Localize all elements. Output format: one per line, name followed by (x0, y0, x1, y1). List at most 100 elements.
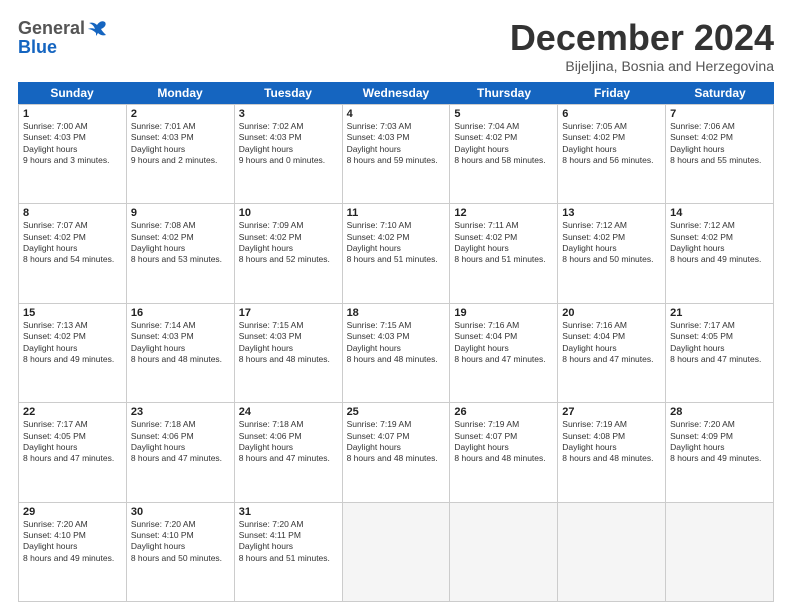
day-cell-5: 5 Sunrise: 7:04 AMSunset: 4:02 PMDayligh… (450, 105, 558, 203)
week-row-3: 15 Sunrise: 7:13 AMSunset: 4:02 PMDaylig… (18, 303, 774, 402)
day-cell-18: 18 Sunrise: 7:15 AMSunset: 4:03 PMDaylig… (343, 304, 451, 402)
day-cell-13: 13 Sunrise: 7:12 AMSunset: 4:02 PMDaylig… (558, 204, 666, 302)
day-number-19: 19 (454, 307, 553, 319)
day-number-13: 13 (562, 207, 661, 219)
day-info-21: Sunrise: 7:17 AMSunset: 4:05 PMDaylight … (670, 320, 761, 364)
day-number-3: 3 (239, 108, 338, 120)
day-info-13: Sunrise: 7:12 AMSunset: 4:02 PMDaylight … (562, 220, 653, 264)
day-info-31: Sunrise: 7:20 AMSunset: 4:11 PMDaylight … (239, 519, 330, 563)
day-number-14: 14 (670, 207, 769, 219)
logo-bird-icon (87, 20, 109, 38)
day-number-20: 20 (562, 307, 661, 319)
day-number-26: 26 (454, 406, 553, 418)
day-cell-9: 9 Sunrise: 7:08 AMSunset: 4:02 PMDayligh… (127, 204, 235, 302)
day-number-30: 30 (131, 506, 230, 518)
day-cell-12: 12 Sunrise: 7:11 AMSunset: 4:02 PMDaylig… (450, 204, 558, 302)
header: General Blue December 2024 Bijeljina, Bo… (18, 18, 774, 74)
day-info-14: Sunrise: 7:12 AMSunset: 4:02 PMDaylight … (670, 220, 761, 264)
day-info-24: Sunrise: 7:18 AMSunset: 4:06 PMDaylight … (239, 419, 330, 463)
day-cell-2: 2 Sunrise: 7:01 AMSunset: 4:03 PMDayligh… (127, 105, 235, 203)
day-cell-30: 30 Sunrise: 7:20 AMSunset: 4:10 PMDaylig… (127, 503, 235, 601)
day-info-1: Sunrise: 7:00 AMSunset: 4:03 PMDaylight … (23, 121, 109, 165)
week-row-2: 8 Sunrise: 7:07 AMSunset: 4:02 PMDayligh… (18, 203, 774, 302)
day-cell-19: 19 Sunrise: 7:16 AMSunset: 4:04 PMDaylig… (450, 304, 558, 402)
calendar-header: Sunday Monday Tuesday Wednesday Thursday… (18, 82, 774, 104)
day-cell-31: 31 Sunrise: 7:20 AMSunset: 4:11 PMDaylig… (235, 503, 343, 601)
day-number-17: 17 (239, 307, 338, 319)
day-info-3: Sunrise: 7:02 AMSunset: 4:03 PMDaylight … (239, 121, 325, 165)
day-info-10: Sunrise: 7:09 AMSunset: 4:02 PMDaylight … (239, 220, 330, 264)
day-cell-17: 17 Sunrise: 7:15 AMSunset: 4:03 PMDaylig… (235, 304, 343, 402)
day-info-12: Sunrise: 7:11 AMSunset: 4:02 PMDaylight … (454, 220, 545, 264)
header-saturday: Saturday (666, 82, 774, 104)
day-number-18: 18 (347, 307, 446, 319)
day-info-27: Sunrise: 7:19 AMSunset: 4:08 PMDaylight … (562, 419, 653, 463)
week-row-4: 22 Sunrise: 7:17 AMSunset: 4:05 PMDaylig… (18, 402, 774, 501)
day-number-24: 24 (239, 406, 338, 418)
day-number-15: 15 (23, 307, 122, 319)
day-info-28: Sunrise: 7:20 AMSunset: 4:09 PMDaylight … (670, 419, 761, 463)
day-number-5: 5 (454, 108, 553, 120)
empty-cell-w4-d5 (558, 503, 666, 601)
day-cell-1: 1 Sunrise: 7:00 AMSunset: 4:03 PMDayligh… (19, 105, 127, 203)
day-info-30: Sunrise: 7:20 AMSunset: 4:10 PMDaylight … (131, 519, 222, 563)
day-cell-15: 15 Sunrise: 7:13 AMSunset: 4:02 PMDaylig… (19, 304, 127, 402)
day-number-4: 4 (347, 108, 446, 120)
empty-cell-w4-d4 (450, 503, 558, 601)
day-info-25: Sunrise: 7:19 AMSunset: 4:07 PMDaylight … (347, 419, 438, 463)
day-info-6: Sunrise: 7:05 AMSunset: 4:02 PMDaylight … (562, 121, 653, 165)
day-number-16: 16 (131, 307, 230, 319)
location-subtitle: Bijeljina, Bosnia and Herzegovina (510, 58, 774, 74)
logo: General Blue (18, 18, 109, 58)
day-cell-27: 27 Sunrise: 7:19 AMSunset: 4:08 PMDaylig… (558, 403, 666, 501)
day-number-23: 23 (131, 406, 230, 418)
day-info-11: Sunrise: 7:10 AMSunset: 4:02 PMDaylight … (347, 220, 438, 264)
day-info-19: Sunrise: 7:16 AMSunset: 4:04 PMDaylight … (454, 320, 545, 364)
day-number-2: 2 (131, 108, 230, 120)
day-cell-25: 25 Sunrise: 7:19 AMSunset: 4:07 PMDaylig… (343, 403, 451, 501)
day-info-16: Sunrise: 7:14 AMSunset: 4:03 PMDaylight … (131, 320, 222, 364)
day-info-29: Sunrise: 7:20 AMSunset: 4:10 PMDaylight … (23, 519, 114, 563)
day-number-7: 7 (670, 108, 769, 120)
day-cell-24: 24 Sunrise: 7:18 AMSunset: 4:06 PMDaylig… (235, 403, 343, 501)
day-info-2: Sunrise: 7:01 AMSunset: 4:03 PMDaylight … (131, 121, 217, 165)
day-cell-22: 22 Sunrise: 7:17 AMSunset: 4:05 PMDaylig… (19, 403, 127, 501)
day-cell-14: 14 Sunrise: 7:12 AMSunset: 4:02 PMDaylig… (666, 204, 774, 302)
day-cell-4: 4 Sunrise: 7:03 AMSunset: 4:03 PMDayligh… (343, 105, 451, 203)
week-row-5: 29 Sunrise: 7:20 AMSunset: 4:10 PMDaylig… (18, 502, 774, 602)
day-cell-10: 10 Sunrise: 7:09 AMSunset: 4:02 PMDaylig… (235, 204, 343, 302)
day-info-23: Sunrise: 7:18 AMSunset: 4:06 PMDaylight … (131, 419, 222, 463)
day-info-20: Sunrise: 7:16 AMSunset: 4:04 PMDaylight … (562, 320, 653, 364)
header-sunday: Sunday (18, 82, 126, 104)
day-info-7: Sunrise: 7:06 AMSunset: 4:02 PMDaylight … (670, 121, 761, 165)
calendar: Sunday Monday Tuesday Wednesday Thursday… (18, 82, 774, 602)
day-number-12: 12 (454, 207, 553, 219)
day-info-22: Sunrise: 7:17 AMSunset: 4:05 PMDaylight … (23, 419, 114, 463)
header-wednesday: Wednesday (342, 82, 450, 104)
day-number-25: 25 (347, 406, 446, 418)
day-cell-16: 16 Sunrise: 7:14 AMSunset: 4:03 PMDaylig… (127, 304, 235, 402)
day-cell-28: 28 Sunrise: 7:20 AMSunset: 4:09 PMDaylig… (666, 403, 774, 501)
day-info-17: Sunrise: 7:15 AMSunset: 4:03 PMDaylight … (239, 320, 330, 364)
day-info-15: Sunrise: 7:13 AMSunset: 4:02 PMDaylight … (23, 320, 114, 364)
day-info-4: Sunrise: 7:03 AMSunset: 4:03 PMDaylight … (347, 121, 438, 165)
day-number-10: 10 (239, 207, 338, 219)
day-cell-6: 6 Sunrise: 7:05 AMSunset: 4:02 PMDayligh… (558, 105, 666, 203)
header-friday: Friday (558, 82, 666, 104)
day-cell-7: 7 Sunrise: 7:06 AMSunset: 4:02 PMDayligh… (666, 105, 774, 203)
day-number-29: 29 (23, 506, 122, 518)
day-number-6: 6 (562, 108, 661, 120)
day-info-18: Sunrise: 7:15 AMSunset: 4:03 PMDaylight … (347, 320, 438, 364)
day-cell-3: 3 Sunrise: 7:02 AMSunset: 4:03 PMDayligh… (235, 105, 343, 203)
day-cell-23: 23 Sunrise: 7:18 AMSunset: 4:06 PMDaylig… (127, 403, 235, 501)
day-number-22: 22 (23, 406, 122, 418)
day-cell-8: 8 Sunrise: 7:07 AMSunset: 4:02 PMDayligh… (19, 204, 127, 302)
header-monday: Monday (126, 82, 234, 104)
logo-blue-text: Blue (18, 37, 57, 58)
page: General Blue December 2024 Bijeljina, Bo… (0, 0, 792, 612)
day-number-27: 27 (562, 406, 661, 418)
header-tuesday: Tuesday (234, 82, 342, 104)
day-number-28: 28 (670, 406, 769, 418)
day-number-21: 21 (670, 307, 769, 319)
day-number-1: 1 (23, 108, 122, 120)
